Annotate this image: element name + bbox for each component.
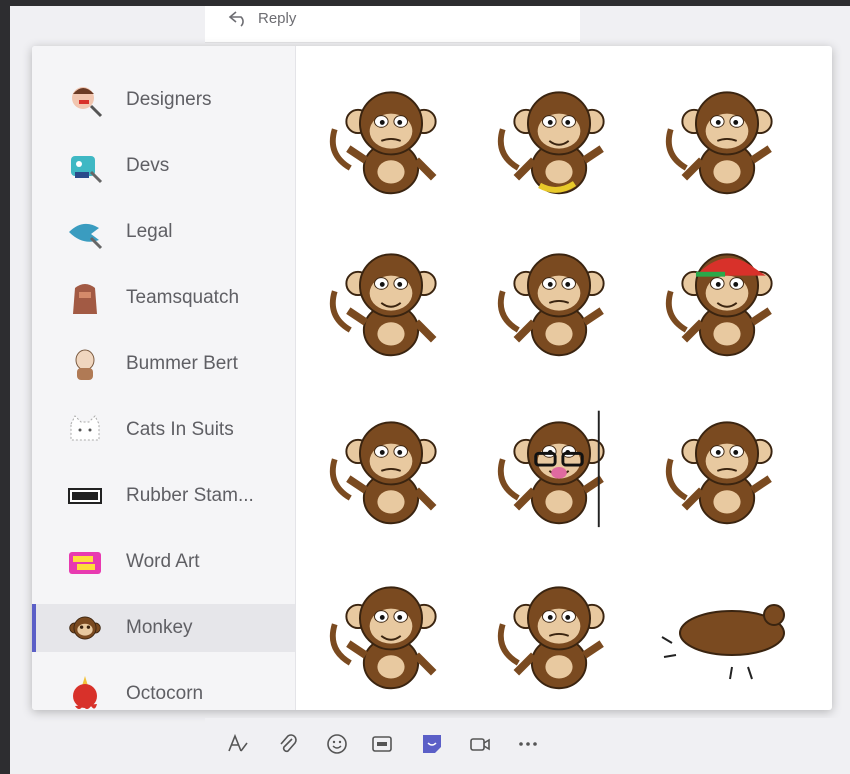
monkey-shocked-sticker[interactable] — [652, 66, 802, 206]
monkey-icon — [65, 608, 105, 648]
monkey-arms-up-sticker[interactable] — [484, 228, 634, 368]
sticker-category-list: Designers Devs Legal Teamsquatch Bummer Bert… — [32, 46, 296, 710]
reply-link[interactable]: Reply — [228, 6, 296, 30]
monkey-cap-sticker[interactable] — [652, 228, 802, 368]
sticker-category-cats-in-suits[interactable]: Cats In Suits — [32, 406, 295, 454]
attach-button[interactable] — [276, 733, 300, 760]
sticker-category-label: Devs — [126, 155, 170, 176]
sticker-category-label: Monkey — [126, 617, 193, 638]
more-options-icon — [517, 733, 539, 760]
sticker-category-label: Legal — [126, 221, 173, 242]
legal-icon — [65, 212, 105, 252]
sticker-category-legal[interactable]: Legal — [32, 208, 295, 256]
sticker-category-devs[interactable]: Devs — [32, 142, 295, 190]
sticker-grid — [296, 46, 832, 710]
devs-icon — [65, 146, 105, 186]
sticker-category-teamsquatch[interactable]: Teamsquatch — [32, 274, 295, 322]
bummer-bert-icon — [65, 344, 105, 384]
cats-in-suits-icon — [65, 410, 105, 450]
sticker-category-label: Rubber Stam... — [126, 485, 254, 506]
sticker-category-label: Designers — [126, 89, 212, 110]
meet-now-button[interactable] — [468, 734, 492, 758]
monkey-laughing-sticker[interactable] — [316, 396, 466, 536]
designers-icon — [65, 80, 105, 120]
octocorn-icon — [65, 674, 105, 710]
sticker-category-bummer-bert[interactable]: Bummer Bert — [32, 340, 295, 388]
sticker-picker: Designers Devs Legal Teamsquatch Bummer Bert… — [32, 46, 832, 710]
sticker-category-label: Bummer Bert — [126, 353, 238, 374]
attach-icon — [277, 733, 299, 760]
sticker-category-label: Word Art — [126, 551, 200, 572]
emoji-button[interactable] — [325, 733, 349, 760]
sticker-category-label: Octocorn — [126, 683, 204, 704]
monkey-disguise-sticker[interactable] — [484, 396, 634, 536]
sticker-category-octocorn[interactable]: Octocorn — [32, 670, 295, 710]
sticker-category-rubber-stamp[interactable]: Rubber Stam... — [32, 472, 295, 520]
emoji-icon — [326, 733, 348, 760]
sticker-category-monkey[interactable]: Monkey — [32, 604, 295, 652]
monkey-sleepy-sticker[interactable] — [316, 228, 466, 368]
monkey-worried-sticker[interactable] — [316, 561, 466, 701]
sticker-category-label: Cats In Suits — [126, 419, 234, 440]
monkey-side-eye-sticker[interactable] — [652, 396, 802, 536]
monkey-banana-sticker[interactable] — [484, 66, 634, 206]
rubber-stamp-icon — [65, 476, 105, 516]
meet-now-icon — [469, 733, 491, 760]
monkey-angry-sticker[interactable] — [316, 66, 466, 206]
sticker-category-label: Teamsquatch — [126, 287, 240, 308]
gif-button[interactable] — [370, 734, 394, 758]
format-icon — [227, 733, 249, 760]
gif-icon — [371, 733, 393, 760]
teamsquatch-icon — [65, 278, 105, 318]
sticker-category-designers[interactable]: Designers — [32, 76, 295, 124]
sticker-icon — [421, 733, 443, 760]
reply-icon — [228, 11, 244, 27]
format-button[interactable] — [226, 733, 250, 760]
reply-label: Reply — [258, 9, 297, 27]
sticker-button[interactable] — [420, 734, 444, 758]
word-art-icon — [65, 542, 105, 582]
sticker-category-word-art[interactable]: Word Art — [32, 538, 295, 586]
more-options-button[interactable] — [516, 734, 540, 758]
monkey-wink-sticker[interactable] — [484, 561, 634, 701]
monkey-lying-down-sticker[interactable] — [652, 561, 802, 701]
